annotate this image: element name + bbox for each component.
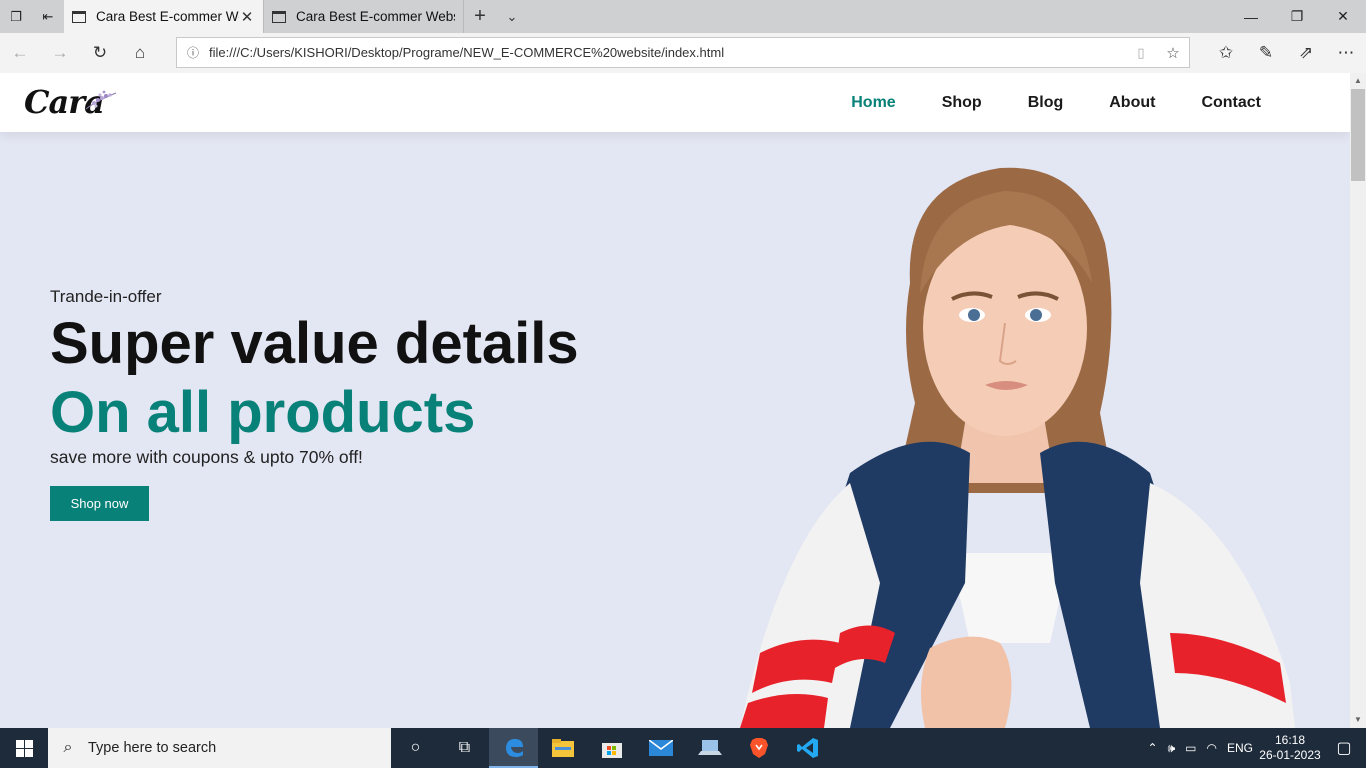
windows-taskbar: ⌕ Type here to search ○ ⧉ ⌃ 🕪 ▭ ◠ ENG 16… — [0, 728, 1366, 768]
back-icon[interactable]: ← — [0, 33, 40, 73]
hero-kicker: Trande-in-offer — [50, 287, 162, 306]
hero-model-image — [740, 167, 1295, 728]
info-icon[interactable]: ⓘ — [177, 44, 209, 61]
page-icon — [272, 10, 286, 23]
taskbar-search-placeholder: Type here to search — [88, 740, 217, 756]
browser-toolbar-right: ✩ ✎ ⇗ ⋯ — [1206, 33, 1366, 73]
search-icon: ⌕ — [63, 739, 73, 756]
close-icon[interactable]: ✕ — [239, 8, 255, 26]
tab-title: Cara Best E-commer We — [96, 9, 239, 24]
close-window-icon[interactable]: ✕ — [1320, 0, 1366, 33]
more-icon[interactable]: ⋯ — [1326, 33, 1366, 73]
browser-nav-bar: ← → ↻ ⌂ ⓘ file:///C:/Users/KISHORI/Deskt… — [0, 33, 1366, 73]
chevron-down-icon[interactable]: ⌄ — [496, 0, 528, 33]
nav-about[interactable]: About — [1086, 94, 1178, 112]
file-explorer-icon[interactable] — [538, 728, 587, 768]
restore-icon[interactable]: ❐ — [1274, 0, 1320, 33]
url-text[interactable]: file:///C:/Users/KISHORI/Desktop/Program… — [209, 45, 1125, 60]
tab-title: Cara Best E-commer Websit — [296, 9, 455, 24]
site-header: Cara Home Shop Blog About Contact — [0, 73, 1350, 132]
lavender-sprig-icon — [85, 90, 117, 110]
taskbar-search-box[interactable]: ⌕ Type here to search — [48, 728, 391, 768]
tab-cara-2[interactable]: Cara Best E-commer Websit — [264, 0, 464, 33]
hero-text: Trande-in-offer Super value details On a… — [50, 287, 690, 477]
vscode-icon[interactable] — [783, 728, 832, 768]
clock-time: 16:18 — [1274, 733, 1306, 747]
hero-title-accent: On all products — [50, 380, 476, 445]
browser-tab-bar: ❐ ⇤ Cara Best E-commer We ✕ Cara Best E-… — [0, 0, 1366, 33]
share-icon[interactable]: ⇗ — [1286, 33, 1326, 73]
window-controls: — ❐ ✕ — [1228, 0, 1366, 33]
new-tab-icon[interactable]: + — [464, 0, 496, 33]
page-viewport: Cara Home Shop Blog About Contact Trande… — [0, 73, 1350, 728]
logo[interactable]: Cara — [22, 79, 122, 125]
favorite-star-icon[interactable]: ☆ — [1157, 44, 1189, 62]
windows-start-icon[interactable] — [0, 728, 48, 768]
site-nav: Home Shop Blog About Contact — [828, 73, 1284, 132]
nav-contact[interactable]: Contact — [1178, 94, 1284, 112]
volume-icon[interactable]: 🕪 — [1163, 741, 1181, 756]
tab-cara-1[interactable]: Cara Best E-commer We ✕ — [64, 0, 264, 33]
laptop-app-icon[interactable] — [685, 728, 734, 768]
clock[interactable]: 16:18 26-01-2023 — [1258, 733, 1322, 763]
page-scrollbar[interactable]: ▲ ▼ — [1350, 73, 1366, 728]
system-tray: ⌃ 🕪 ▭ ◠ ENG 16:18 26-01-2023 ▢ — [1143, 728, 1366, 768]
chevron-up-icon[interactable]: ⌃ — [1143, 741, 1163, 755]
minimize-icon[interactable]: — — [1228, 0, 1274, 33]
nav-shop[interactable]: Shop — [919, 94, 1005, 112]
edge-browser-icon[interactable] — [489, 728, 538, 768]
nav-home[interactable]: Home — [828, 94, 918, 112]
set-tabs-aside-icon[interactable]: ⇤ — [32, 0, 64, 33]
language-indicator[interactable]: ENG — [1222, 741, 1258, 755]
battery-icon[interactable]: ▭ — [1180, 741, 1201, 755]
page-icon — [72, 10, 86, 23]
clock-date: 26-01-2023 — [1259, 748, 1321, 762]
home-icon[interactable]: ⌂ — [120, 33, 160, 73]
wifi-icon[interactable]: ◠ — [1202, 741, 1222, 755]
hero-title: Super value details — [50, 311, 579, 376]
tab-manager-icon[interactable]: ❐ — [0, 0, 32, 33]
forward-icon[interactable]: → — [40, 33, 80, 73]
mail-icon[interactable] — [636, 728, 685, 768]
store-icon[interactable] — [587, 728, 636, 768]
notification-icon[interactable]: ▢ — [1322, 738, 1366, 758]
scroll-thumb[interactable] — [1351, 89, 1365, 181]
address-bar[interactable]: ⓘ file:///C:/Users/KISHORI/Desktop/Progr… — [176, 37, 1190, 68]
shop-now-button[interactable]: Shop now — [50, 486, 149, 521]
scroll-up-icon[interactable]: ▲ — [1350, 73, 1366, 89]
cortana-icon[interactable]: ○ — [391, 728, 440, 768]
pen-icon[interactable]: ✎ — [1246, 33, 1286, 73]
refresh-icon[interactable]: ↻ — [80, 33, 120, 73]
hero-subtitle: save more with coupons & upto 70% off! — [50, 447, 363, 467]
task-view-icon[interactable]: ⧉ — [440, 728, 489, 768]
reading-view-icon[interactable]: ▯ — [1125, 45, 1157, 61]
nav-blog[interactable]: Blog — [1005, 94, 1087, 112]
favorites-icon[interactable]: ✩ — [1206, 33, 1246, 73]
scroll-down-icon[interactable]: ▼ — [1350, 712, 1366, 728]
brave-browser-icon[interactable] — [734, 728, 783, 768]
